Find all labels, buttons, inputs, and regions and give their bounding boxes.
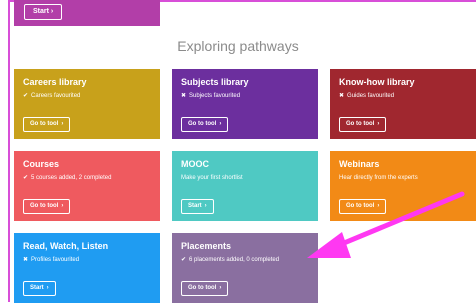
- annotation-arrow: [307, 191, 465, 258]
- arrow-shaft: [329, 191, 465, 251]
- arrow-head: [307, 232, 351, 258]
